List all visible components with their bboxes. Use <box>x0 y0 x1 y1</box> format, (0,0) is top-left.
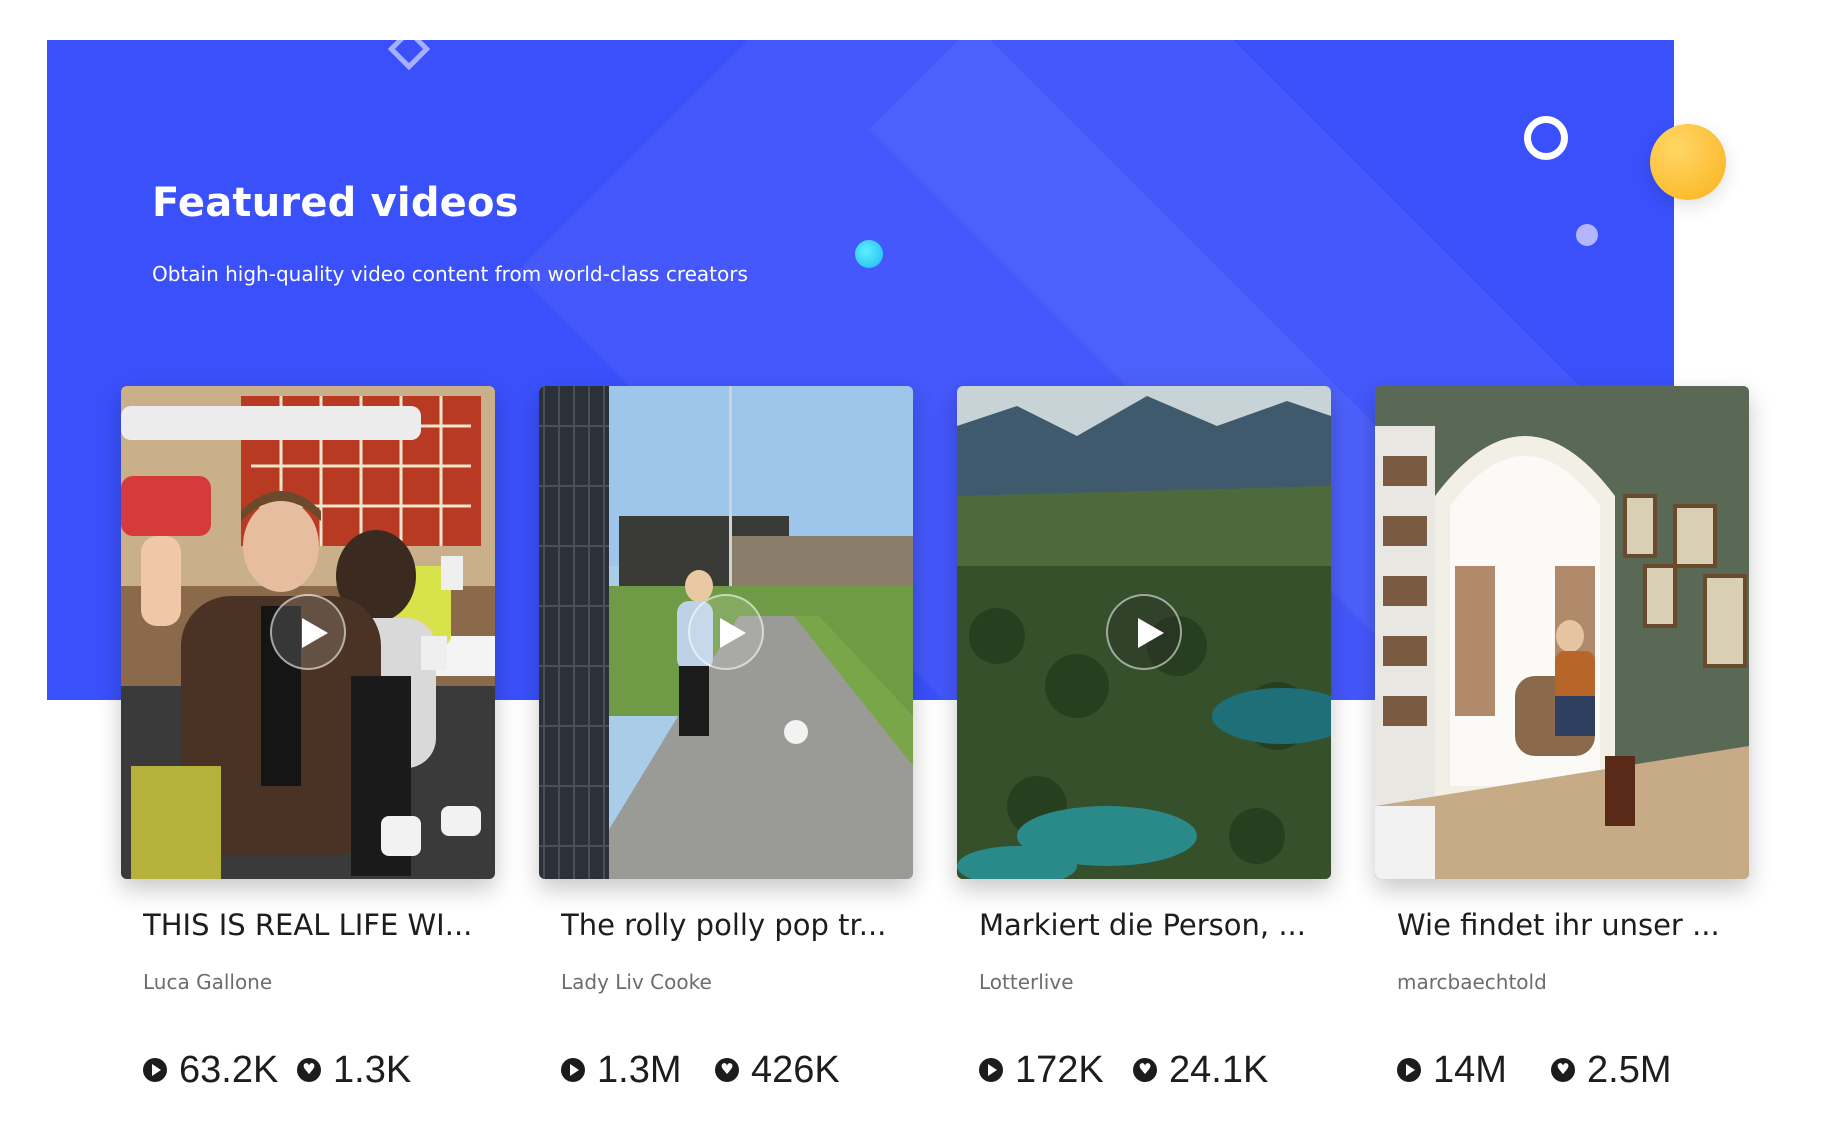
yellow-circle-decoration <box>1650 124 1726 200</box>
video-title[interactable]: THIS IS REAL LIFE WI... <box>143 908 483 942</box>
play-icon[interactable] <box>270 594 346 670</box>
section-title: Featured videos <box>152 180 519 226</box>
video-title[interactable]: The rolly polly pop tr... <box>561 908 901 942</box>
play-circle-icon <box>143 1058 167 1082</box>
play-circle-icon <box>1397 1058 1421 1082</box>
video-title[interactable]: Markiert die Person, ... <box>979 908 1319 942</box>
lilac-dot-decoration <box>1576 224 1598 246</box>
video-card[interactable]: THIS IS REAL LIFE WI... Luca Gallone 63.… <box>121 386 495 1091</box>
video-thumbnail[interactable] <box>957 386 1331 879</box>
video-author[interactable]: Luca Gallone <box>143 970 272 994</box>
video-stats: 1.3M 426K <box>561 1048 913 1092</box>
play-icon[interactable] <box>688 594 764 670</box>
views-count: 172K <box>1015 1049 1104 1091</box>
video-author[interactable]: Lady Liv Cooke <box>561 970 712 994</box>
heart-circle-icon <box>297 1058 321 1082</box>
heart-circle-icon <box>715 1058 739 1082</box>
views-count: 1.3M <box>597 1049 682 1091</box>
video-stats: 172K 24.1K <box>979 1048 1331 1092</box>
section-subtitle: Obtain high-quality video content from w… <box>152 262 748 286</box>
cyan-dot-decoration <box>855 240 883 268</box>
video-card[interactable]: The rolly polly pop tr... Lady Liv Cooke… <box>539 386 913 1091</box>
video-card[interactable]: Markiert die Person, ... Lotterlive 172K… <box>957 386 1331 1091</box>
views-count: 14M <box>1433 1049 1507 1091</box>
video-stats: 63.2K 1.3K <box>143 1048 495 1092</box>
video-card[interactable]: Wie findet ihr unser ... marcbaechtold 1… <box>1375 386 1749 1091</box>
play-circle-icon <box>561 1058 585 1082</box>
likes-count: 1.3K <box>333 1049 412 1091</box>
likes-count: 24.1K <box>1169 1049 1269 1091</box>
heart-circle-icon <box>1551 1058 1575 1082</box>
video-thumbnail[interactable] <box>539 386 913 879</box>
video-stats: 14M 2.5M <box>1397 1048 1749 1092</box>
video-thumbnail[interactable] <box>1375 386 1749 879</box>
library-room-image <box>1375 386 1749 879</box>
likes-count: 2.5M <box>1587 1049 1672 1091</box>
video-thumbnail[interactable] <box>121 386 495 879</box>
likes-count: 426K <box>751 1049 840 1091</box>
play-icon[interactable] <box>1106 594 1182 670</box>
views-count: 63.2K <box>179 1049 279 1091</box>
ring-decoration <box>1524 116 1568 160</box>
video-author[interactable]: marcbaechtold <box>1397 970 1547 994</box>
play-circle-icon <box>979 1058 1003 1082</box>
video-title[interactable]: Wie findet ihr unser ... <box>1397 908 1737 942</box>
heart-circle-icon <box>1133 1058 1157 1082</box>
video-author[interactable]: Lotterlive <box>979 970 1074 994</box>
